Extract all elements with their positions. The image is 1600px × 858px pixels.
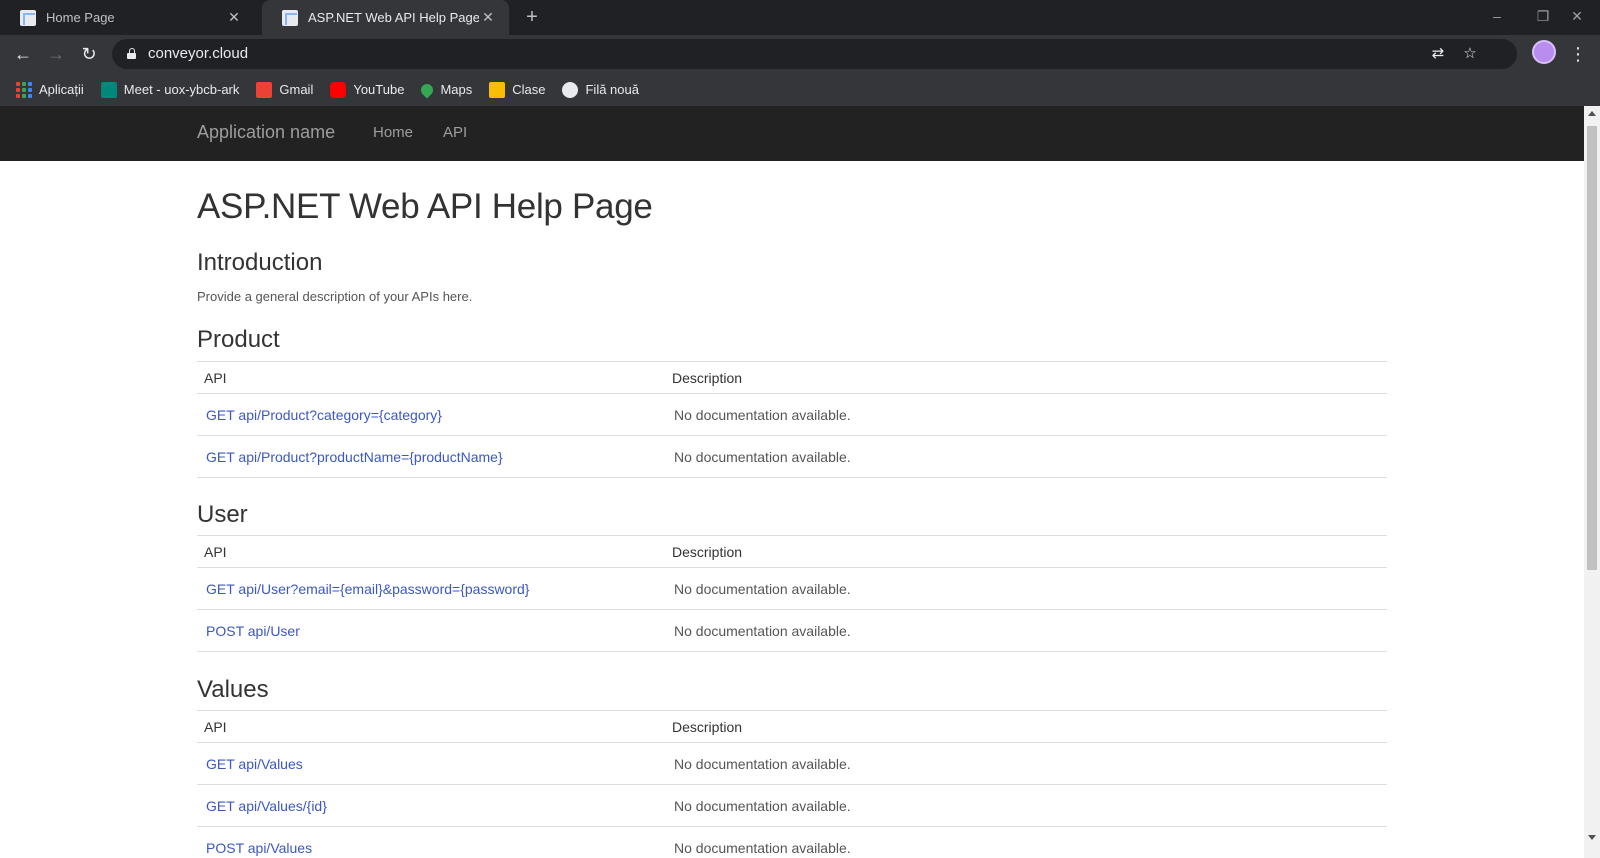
site-navbar: Application name Home API bbox=[0, 106, 1584, 161]
api-description: No documentation available. bbox=[665, 609, 1387, 652]
bookmark-label: Aplicații bbox=[39, 82, 84, 97]
page-title: ASP.NET Web API Help Page bbox=[197, 187, 653, 226]
bookmark-label: Maps bbox=[440, 82, 473, 97]
table-row: GET api/Product?category={category} No d… bbox=[197, 393, 1387, 436]
star-icon[interactable]: ☆ bbox=[1459, 43, 1481, 65]
tab-home-page[interactable]: Home Page ✕ bbox=[0, 0, 255, 35]
lock-icon[interactable] bbox=[127, 48, 136, 59]
url-text[interactable]: conveyor.cloud bbox=[148, 45, 248, 62]
profile-avatar[interactable] bbox=[1532, 40, 1556, 64]
section-heading-values: Values bbox=[197, 676, 269, 703]
table-row: GET api/Product?productName={productName… bbox=[197, 435, 1387, 478]
bookmark-clase[interactable]: Clase bbox=[489, 81, 546, 98]
vertical-scrollbar[interactable] bbox=[1584, 106, 1600, 858]
api-link[interactable]: GET api/Product?productName={productName… bbox=[206, 449, 503, 465]
api-description: No documentation available. bbox=[665, 826, 1387, 858]
brand-link[interactable]: Application name bbox=[197, 122, 335, 143]
tab-help-page[interactable]: ASP.NET Web API Help Page ✕ bbox=[262, 0, 509, 35]
column-header-description: Description bbox=[665, 535, 1387, 568]
bookmark-label: YouTube bbox=[353, 82, 405, 97]
api-description: No documentation available. bbox=[665, 784, 1387, 827]
bookmark-label: Meet - uox-ybcb-ark bbox=[123, 82, 240, 97]
scrollbar-thumb[interactable] bbox=[1587, 126, 1597, 570]
page-icon bbox=[282, 9, 298, 26]
gmail-icon bbox=[256, 81, 273, 98]
api-description: No documentation available. bbox=[665, 742, 1387, 785]
close-tab-icon[interactable]: ✕ bbox=[225, 9, 243, 26]
table-row: GET api/Values/{id} No documentation ava… bbox=[197, 784, 1387, 827]
section-heading-user: User bbox=[197, 501, 248, 528]
api-link[interactable]: GET api/Values/{id} bbox=[206, 798, 327, 814]
bookmark-apps[interactable]: Aplicații bbox=[16, 81, 84, 98]
column-header-api: API bbox=[197, 361, 665, 394]
scroll-up-arrow-icon[interactable] bbox=[1588, 111, 1596, 116]
classroom-icon bbox=[489, 81, 506, 98]
back-arrow-icon[interactable]: ← bbox=[10, 41, 36, 67]
forward-arrow-icon[interactable]: → bbox=[43, 41, 69, 67]
close-window-button[interactable]: ✕ bbox=[1554, 0, 1600, 35]
bookmarks-bar: Aplicații Meet - uox-ybcb-ark Gmail YouT… bbox=[0, 73, 1600, 106]
column-header-api: API bbox=[197, 710, 665, 743]
api-link[interactable]: GET api/Product?category={category} bbox=[206, 407, 442, 423]
bookmark-label: Filă nouă bbox=[585, 82, 639, 97]
tab-strip: Home Page ✕ ASP.NET Web API Help Page ✕ … bbox=[0, 0, 1600, 35]
table-row: POST api/Values No documentation availab… bbox=[197, 826, 1387, 858]
column-header-description: Description bbox=[665, 361, 1387, 394]
nav-link-api[interactable]: API bbox=[443, 124, 467, 141]
plus-icon[interactable]: + bbox=[520, 6, 544, 30]
table-row: POST api/User No documentation available… bbox=[197, 609, 1387, 652]
tab-title: Home Page bbox=[46, 10, 115, 25]
bookmark-youtube[interactable]: YouTube bbox=[330, 81, 405, 98]
page-viewport: Application name Home API ASP.NET Web AP… bbox=[0, 106, 1584, 858]
intro-text: Provide a general description of your AP… bbox=[197, 289, 473, 304]
close-tab-icon[interactable]: ✕ bbox=[479, 9, 497, 26]
scroll-down-arrow-icon[interactable] bbox=[1588, 835, 1596, 840]
api-link[interactable]: POST api/User bbox=[206, 623, 300, 639]
column-header-api: API bbox=[197, 535, 665, 568]
meet-icon bbox=[100, 81, 117, 98]
intro-heading: Introduction bbox=[197, 249, 323, 276]
page-icon bbox=[20, 9, 36, 26]
bookmark-maps[interactable]: Maps bbox=[418, 81, 473, 98]
youtube-icon bbox=[330, 81, 347, 98]
api-description: No documentation available. bbox=[665, 435, 1387, 478]
translate-icon[interactable]: ⇄ bbox=[1427, 43, 1449, 65]
bookmark-new-tab[interactable]: Filă nouă bbox=[562, 81, 639, 98]
column-header-description: Description bbox=[665, 710, 1387, 743]
minimize-button[interactable]: – bbox=[1474, 0, 1520, 35]
api-link[interactable]: GET api/User?email={email}&password={pas… bbox=[206, 581, 529, 597]
table-row: GET api/Values No documentation availabl… bbox=[197, 742, 1387, 785]
api-description: No documentation available. bbox=[665, 393, 1387, 436]
tab-title: ASP.NET Web API Help Page bbox=[308, 10, 479, 25]
api-table-values: API Description GET api/Values No docume… bbox=[197, 710, 1387, 858]
table-row: GET api/User?email={email}&password={pas… bbox=[197, 567, 1387, 610]
api-table-product: API Description GET api/Product?category… bbox=[197, 361, 1387, 478]
browser-toolbar: ← → ↻ conveyor.cloud ⇄ ☆ ⋮ bbox=[0, 35, 1600, 73]
bookmark-meet[interactable]: Meet - uox-ybcb-ark bbox=[100, 81, 240, 98]
address-bar[interactable]: conveyor.cloud ⇄ ☆ bbox=[112, 39, 1517, 69]
api-description: No documentation available. bbox=[665, 567, 1387, 610]
section-heading-product: Product bbox=[197, 326, 280, 353]
globe-icon bbox=[562, 81, 579, 98]
bookmark-label: Clase bbox=[512, 82, 546, 97]
maps-icon bbox=[418, 81, 436, 98]
api-table-user: API Description GET api/User?email={emai… bbox=[197, 535, 1387, 652]
more-menu-icon[interactable]: ⋮ bbox=[1568, 41, 1588, 67]
api-link[interactable]: POST api/Values bbox=[206, 840, 312, 856]
bookmark-gmail[interactable]: Gmail bbox=[256, 81, 314, 98]
reload-icon[interactable]: ↻ bbox=[76, 41, 102, 67]
apps-grid-icon bbox=[16, 81, 32, 98]
nav-link-home[interactable]: Home bbox=[373, 124, 413, 141]
api-link[interactable]: GET api/Values bbox=[206, 756, 303, 772]
bookmark-label: Gmail bbox=[279, 82, 314, 97]
